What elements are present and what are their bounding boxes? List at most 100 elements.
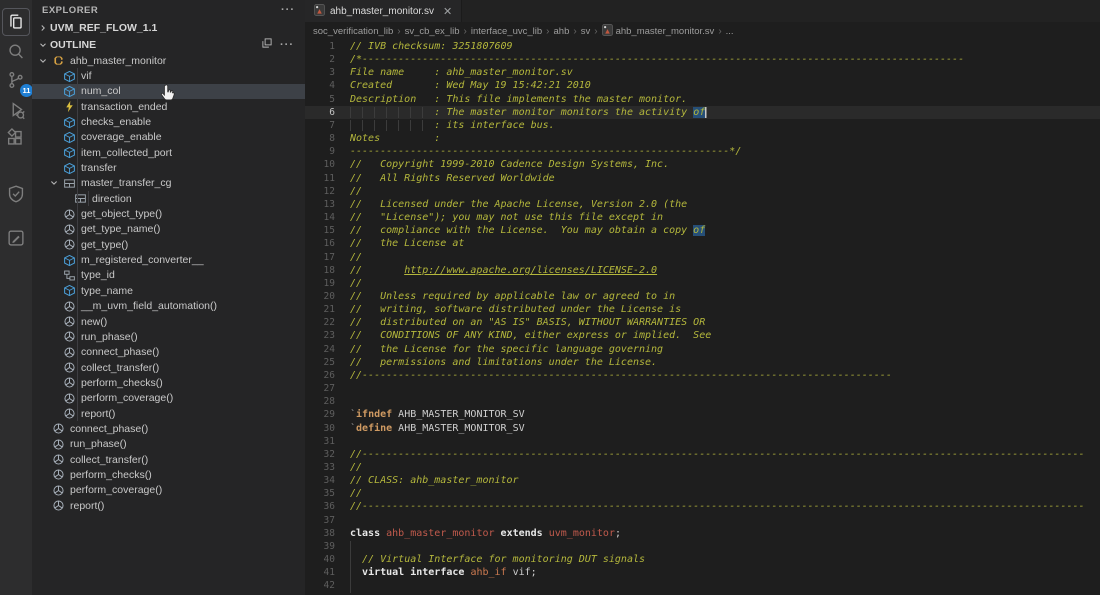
breadcrumb-item[interactable]: sv (581, 26, 591, 37)
outline-item-get_object_type[interactable]: get_object_type() (32, 206, 305, 221)
code-line-6[interactable]: 6 : The master monitor monitors the acti… (305, 106, 1100, 119)
code-line-27[interactable]: 27 (305, 382, 1100, 395)
outline-item-vif[interactable]: vif (32, 68, 305, 83)
code-line-20[interactable]: 20// Unless required by applicable law o… (305, 290, 1100, 303)
code-line-12[interactable]: 12// (305, 185, 1100, 198)
code-area[interactable]: 1// IVB checksum: 32518076092/*---------… (305, 40, 1100, 595)
section-outline[interactable]: OUTLINE ··· (32, 36, 305, 53)
code-line-32[interactable]: 32//------------------------------------… (305, 448, 1100, 461)
code-line-17[interactable]: 17// (305, 251, 1100, 264)
code-line-7[interactable]: 7 : its interface bus. (305, 119, 1100, 132)
outline-item-ahb_master_monitor[interactable]: ahb_master_monitor (32, 53, 305, 68)
code-line-36[interactable]: 36//------------------------------------… (305, 500, 1100, 513)
code-line-25[interactable]: 25// permissions and limitations under t… (305, 356, 1100, 369)
breadcrumb-item[interactable]: ahb (554, 26, 570, 37)
code-line-8[interactable]: 8Notes : (305, 132, 1100, 145)
activity-item-explorer-icon[interactable] (2, 8, 30, 36)
code-line-text: virtual interface ahb_if vif; (335, 566, 537, 579)
code-line-26[interactable]: 26//------------------------------------… (305, 369, 1100, 382)
outline-item-connect_phase[interactable]: connect_phase() (32, 345, 305, 360)
outline-item-perform_checks[interactable]: perform_checks() (32, 467, 305, 482)
outline-item-item_collected_port[interactable]: item_collected_port (32, 145, 305, 160)
breadcrumb-item[interactable]: ahb_master_monitor.sv (602, 24, 715, 39)
tab-ahb-master-monitor[interactable]: ahb_master_monitor.sv ✕ (305, 0, 462, 22)
code-line-2[interactable]: 2/*-------------------------------------… (305, 53, 1100, 66)
outline-item-label: checks_enable (77, 116, 151, 128)
outline-more-actions-icon[interactable]: ··· (280, 41, 294, 49)
code-line-35[interactable]: 35// (305, 487, 1100, 500)
code-line-34[interactable]: 34// CLASS: ahb_master_monitor (305, 474, 1100, 487)
code-line-4[interactable]: 4Created : Wed May 19 15:42:21 2010 (305, 79, 1100, 92)
outline-item-report[interactable]: report() (32, 406, 305, 421)
code-line-24[interactable]: 24// the License for the specific langua… (305, 343, 1100, 356)
chevron-down-icon[interactable] (36, 55, 50, 67)
code-line-11[interactable]: 11// All Rights Reserved Worldwide (305, 172, 1100, 185)
outline-item-collect_transfer[interactable]: collect_transfer() (32, 360, 305, 375)
code-line-10[interactable]: 10// Copyright 1999-2010 Cadence Design … (305, 158, 1100, 171)
code-line-31[interactable]: 31 (305, 435, 1100, 448)
code-line-28[interactable]: 28 (305, 395, 1100, 408)
outline-item-run_phase[interactable]: run_phase() (32, 437, 305, 452)
activity-item-extensions-icon[interactable] (2, 124, 30, 152)
code-line-37[interactable]: 37 (305, 514, 1100, 527)
code-line-16[interactable]: 16// the License at (305, 237, 1100, 250)
code-line-19[interactable]: 19// (305, 277, 1100, 290)
section-uvm-ref-flow[interactable]: UVM_REF_FLOW_1.1 (32, 20, 305, 36)
code-line-23[interactable]: 23// CONDITIONS OF ANY KIND, either expr… (305, 329, 1100, 342)
activity-item-testing-icon[interactable] (2, 180, 30, 208)
chevron-down-icon[interactable] (47, 177, 61, 189)
code-line-text: /*--------------------------------------… (335, 53, 964, 66)
code-line-30[interactable]: 30`define AHB_MASTER_MONITOR_SV (305, 422, 1100, 435)
outline-item-new[interactable]: new() (32, 314, 305, 329)
breadcrumb-item[interactable]: soc_verification_lib (313, 26, 393, 37)
collapse-all-icon[interactable] (261, 37, 273, 52)
code-line-14[interactable]: 14// "License"); you may not use this fi… (305, 211, 1100, 224)
activity-item-source-control-icon[interactable]: 11 (2, 66, 30, 94)
outline-item-checks_enable[interactable]: checks_enable (32, 114, 305, 129)
outline-item-transfer[interactable]: transfer (32, 160, 305, 175)
outline-item-run_phase[interactable]: run_phase() (32, 329, 305, 344)
outline-item-connect_phase[interactable]: connect_phase() (32, 421, 305, 436)
outline-item-get_type_name[interactable]: get_type_name() (32, 222, 305, 237)
code-line-text: // Virtual Interface for monitoring DUT … (335, 553, 645, 566)
outline-item-perform_coverage[interactable]: perform_coverage() (32, 483, 305, 498)
breadcrumb-item[interactable]: ... (726, 26, 734, 37)
activity-item-search-icon[interactable] (2, 38, 30, 66)
outline-item-type_name[interactable]: type_name (32, 283, 305, 298)
breadcrumb-item[interactable]: sv_cb_ex_lib (405, 26, 460, 37)
outline-item-type_id[interactable]: type_id (32, 268, 305, 283)
code-line-40[interactable]: 40 // Virtual Interface for monitoring D… (305, 553, 1100, 566)
code-line-39[interactable]: 39 (305, 540, 1100, 553)
code-line-9[interactable]: 9---------------------------------------… (305, 145, 1100, 158)
code-line-13[interactable]: 13// Licensed under the Apache License, … (305, 198, 1100, 211)
explorer-more-actions-icon[interactable]: ··· (281, 6, 295, 14)
symbol-field-icon (61, 254, 77, 267)
outline-item-coverage_enable[interactable]: coverage_enable (32, 130, 305, 145)
outline-item-m_registered_converter__[interactable]: m_registered_converter__ (32, 252, 305, 267)
outline-item-collect_transfer[interactable]: collect_transfer() (32, 452, 305, 467)
code-line-29[interactable]: 29`ifndef AHB_MASTER_MONITOR_SV (305, 408, 1100, 421)
code-line-33[interactable]: 33// (305, 461, 1100, 474)
code-line-1[interactable]: 1// IVB checksum: 3251807609 (305, 40, 1100, 53)
code-line-18[interactable]: 18// http://www.apache.org/licenses/LICE… (305, 264, 1100, 277)
outline-item-direction[interactable]: direction (32, 191, 305, 206)
outline-item-__m_uvm_field_automation[interactable]: __m_uvm_field_automation() (32, 299, 305, 314)
outline-item-get_type[interactable]: get_type() (32, 237, 305, 252)
code-line-42[interactable]: 42 (305, 579, 1100, 592)
code-line-38[interactable]: 38class ahb_master_monitor extends uvm_m… (305, 527, 1100, 540)
activity-item-run-and-debug-icon[interactable] (2, 96, 30, 124)
code-line-3[interactable]: 3File name : ahb_master_monitor.sv (305, 66, 1100, 79)
code-line-5[interactable]: 5Description : This file implements the … (305, 93, 1100, 106)
close-icon[interactable]: ✕ (439, 5, 452, 18)
activity-item-editor-playground-icon[interactable] (2, 224, 30, 252)
code-line-21[interactable]: 21// writing, software distributed under… (305, 303, 1100, 316)
outline-item-perform_checks[interactable]: perform_checks() (32, 375, 305, 390)
outline-item-report[interactable]: report() (32, 498, 305, 513)
line-number: 23 (305, 329, 335, 342)
code-line-15[interactable]: 15// compliance with the License. You ma… (305, 224, 1100, 237)
code-line-22[interactable]: 22// distributed on an "AS IS" BASIS, WI… (305, 316, 1100, 329)
breadcrumb-item[interactable]: interface_uvc_lib (471, 26, 542, 37)
outline-item-perform_coverage[interactable]: perform_coverage() (32, 391, 305, 406)
outline-item-master_transfer_cg[interactable]: master_transfer_cg (32, 176, 305, 191)
code-line-41[interactable]: 41 virtual interface ahb_if vif; (305, 566, 1100, 579)
